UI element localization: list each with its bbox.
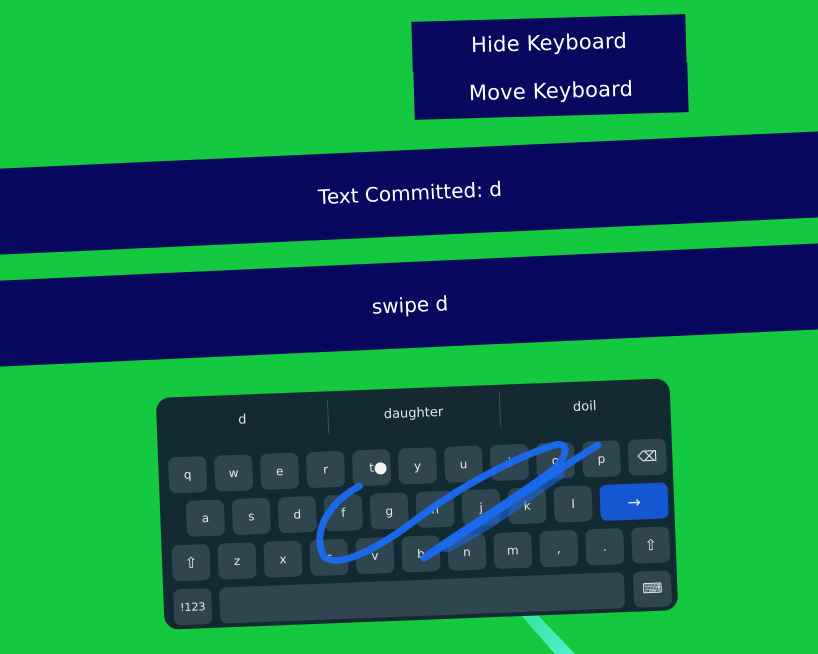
- key-k[interactable]: k: [507, 487, 547, 525]
- keyboard-icon: ⌨: [642, 580, 663, 598]
- arrow-right-icon: →: [627, 491, 642, 512]
- suggestion-item[interactable]: d: [156, 391, 329, 448]
- key-w[interactable]: w: [213, 454, 254, 492]
- symbols-key[interactable]: !123: [173, 587, 213, 626]
- enter-key[interactable]: →: [599, 482, 669, 521]
- shift-key-left[interactable]: ⇧: [171, 543, 211, 582]
- key-v[interactable]: v: [355, 536, 395, 575]
- shift-icon: ⇧: [644, 535, 658, 555]
- key-a[interactable]: a: [185, 499, 226, 537]
- text-committed-label: Text Committed: d: [317, 176, 503, 210]
- shift-key-right[interactable]: ⇧: [631, 526, 671, 564]
- space-bar[interactable]: [219, 572, 626, 624]
- suggestion-item[interactable]: doil: [498, 378, 671, 435]
- key-comma[interactable]: ,: [539, 529, 579, 568]
- key-u[interactable]: u: [443, 445, 484, 483]
- key-x[interactable]: x: [263, 540, 303, 578]
- swipe-status-label: swipe d: [371, 291, 449, 319]
- key-m[interactable]: m: [493, 531, 533, 570]
- backspace-key[interactable]: ⌫: [627, 438, 668, 476]
- backspace-icon: ⌫: [637, 448, 658, 466]
- virtual-keyboard: d daughter doil q w e r t y u i o p ⌫ a …: [155, 378, 679, 630]
- key-e[interactable]: e: [259, 452, 300, 490]
- key-g[interactable]: g: [369, 492, 409, 530]
- key-i[interactable]: i: [489, 443, 530, 482]
- key-j[interactable]: j: [461, 488, 501, 527]
- key-period[interactable]: .: [585, 528, 625, 566]
- key-b[interactable]: b: [401, 535, 441, 573]
- swipe-status-display: swipe d: [0, 242, 818, 368]
- hide-keyboard-key[interactable]: ⌨: [632, 570, 673, 608]
- key-o[interactable]: o: [535, 441, 576, 480]
- key-d[interactable]: d: [277, 495, 317, 534]
- key-q[interactable]: q: [168, 456, 208, 494]
- key-h[interactable]: h: [415, 490, 455, 529]
- key-c[interactable]: c: [309, 538, 349, 577]
- key-r[interactable]: r: [305, 450, 346, 489]
- key-y[interactable]: y: [397, 447, 438, 485]
- suggestion-item[interactable]: daughter: [327, 385, 500, 442]
- move-keyboard-button[interactable]: Move Keyboard: [413, 62, 689, 120]
- key-s[interactable]: s: [231, 497, 272, 536]
- key-p[interactable]: p: [581, 440, 622, 478]
- key-z[interactable]: z: [217, 542, 257, 580]
- key-n[interactable]: n: [447, 533, 487, 571]
- key-l[interactable]: l: [553, 485, 593, 523]
- shift-icon: ⇧: [184, 553, 198, 572]
- suggestion-bar: d daughter doil: [156, 378, 672, 448]
- key-f[interactable]: f: [323, 494, 363, 532]
- text-committed-display: Text Committed: d: [0, 130, 818, 256]
